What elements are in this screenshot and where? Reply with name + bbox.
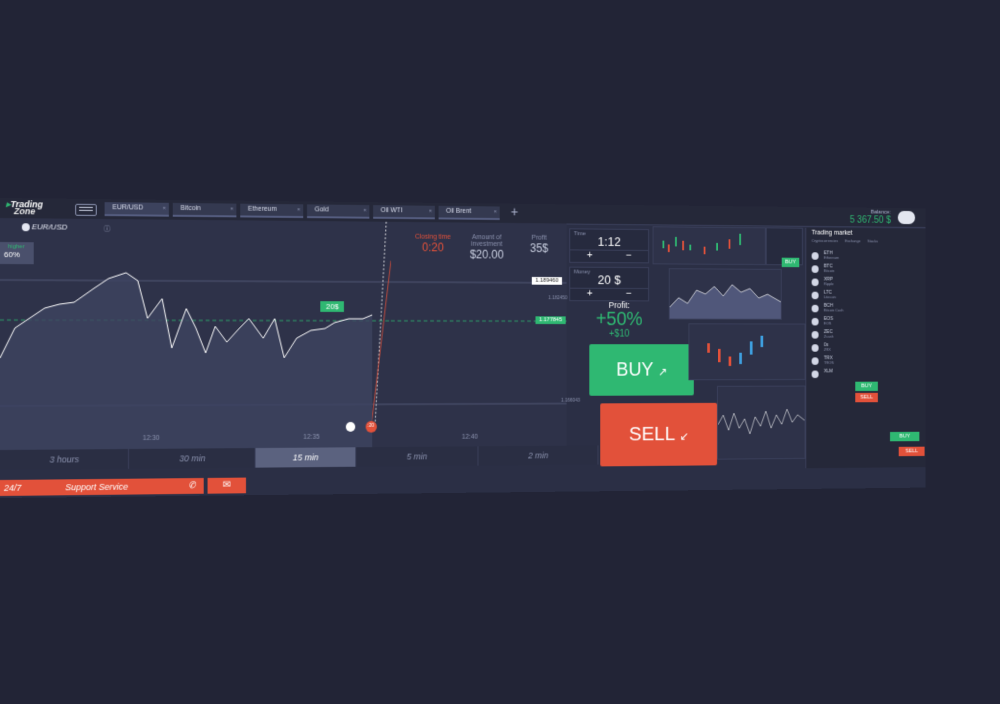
tab-gold[interactable]: Gold × xyxy=(307,204,370,219)
tab-oil-wti[interactable]: Oil WTI × xyxy=(373,205,435,220)
timeframe-3h[interactable]: 3 hours xyxy=(0,449,130,470)
coin-row[interactable]: TRX TRON xyxy=(811,355,925,366)
market-sell-button[interactable]: SELL xyxy=(855,392,878,403)
close-icon[interactable]: × xyxy=(297,204,300,216)
money-plus-button[interactable]: + xyxy=(570,288,609,301)
coin-row[interactable]: XLM xyxy=(811,368,925,379)
profit-panel: Profit: +50% +$10 xyxy=(578,300,659,339)
coin-row[interactable]: 0x ZRX xyxy=(811,342,925,353)
direction-label: higher xyxy=(7,244,25,251)
support-hours: 24/7 xyxy=(3,482,22,493)
tab-bitcoin[interactable]: Bitcoin × xyxy=(172,202,237,218)
investment: Amount of investment $20.00 xyxy=(469,234,504,262)
close-icon[interactable]: × xyxy=(230,204,233,216)
coin-row[interactable]: ETH Ethereum xyxy=(811,250,925,262)
market-subtab[interactable]: Stocks xyxy=(867,239,877,244)
pair-label: EUR/USD xyxy=(31,222,68,232)
tab-ethereum[interactable]: Ethereum × xyxy=(240,203,304,219)
mail-button[interactable]: ✉ xyxy=(207,477,246,494)
market-buy-button[interactable]: BUY xyxy=(890,431,920,442)
menu-icon[interactable] xyxy=(75,203,97,216)
market-subtab[interactable]: Exchange xyxy=(845,238,861,243)
coin-row[interactable]: EOS EOS xyxy=(811,316,925,327)
trading-app: ▸Trading Zone EUR/USD × Bitcoin × Ethereum… xyxy=(0,198,926,498)
coin-row[interactable]: ZEC Zcash xyxy=(811,329,925,340)
mini-chart[interactable] xyxy=(717,385,805,460)
closing-time: Closing time 0:20 xyxy=(415,233,451,255)
balance: Balance: 5 367.50 $ xyxy=(804,209,891,226)
time-plus-button[interactable]: + xyxy=(570,250,609,262)
timeframe-5m[interactable]: 5 min xyxy=(355,446,479,467)
countdown-label: :20 xyxy=(367,422,375,429)
time-label: 12:30 xyxy=(142,434,160,442)
main-chart[interactable]: EUR/USD ⓘ higher 60% 20$ 12:30 12:35 :20 xyxy=(0,218,391,450)
market-buy-button[interactable]: BUY xyxy=(855,381,878,392)
coin-row[interactable]: XRP Ripple xyxy=(811,277,925,289)
timeframe-30m[interactable]: 30 min xyxy=(129,448,256,469)
mini-chart[interactable] xyxy=(688,323,806,381)
direction-badge: higher 60% xyxy=(0,242,34,265)
profit-amount: +$10 xyxy=(609,328,630,340)
close-icon[interactable]: × xyxy=(363,205,366,217)
price-chart-svg xyxy=(0,218,391,450)
balance-value: 5 367.50 $ xyxy=(849,215,891,226)
mini-buy-button[interactable]: BUY xyxy=(781,257,800,268)
tab-eurusd[interactable]: EUR/USD × xyxy=(104,202,169,217)
time-control: Time 1:12 + − xyxy=(569,228,650,264)
support-label: Support Service xyxy=(65,481,129,493)
time-value: 1:12 xyxy=(597,234,621,249)
timeframe-bar: 3 hours 30 min 15 min 5 min 2 min xyxy=(0,445,599,470)
close-icon[interactable]: × xyxy=(494,206,497,218)
timeframe-15m[interactable]: 15 min xyxy=(255,447,356,468)
mini-chart-svg xyxy=(707,335,764,366)
close-icon[interactable]: × xyxy=(163,203,166,215)
time-label: 12:35 xyxy=(303,433,320,441)
mini-chart-svg xyxy=(662,233,742,255)
avatar[interactable] xyxy=(897,210,916,225)
mini-chart[interactable] xyxy=(652,226,766,266)
timeframe-2m[interactable]: 2 min xyxy=(478,445,599,466)
mini-chart-svg xyxy=(670,269,781,319)
trade-controls: Time 1:12 + − Money 20 $ + − xyxy=(569,228,650,305)
asset-tabs: EUR/USD × Bitcoin × Ethereum × Gold × Oil WT… xyxy=(104,202,500,220)
close-icon[interactable]: × xyxy=(429,206,432,218)
market-subtab[interactable]: Cryptocurrencies xyxy=(812,238,838,243)
mail-icon: ✉ xyxy=(222,479,231,491)
money-control: Money 20 $ + − xyxy=(569,266,650,302)
coin-row[interactable]: BTC Bitcoin xyxy=(811,263,925,275)
mini-charts: BUY BUY SELL xyxy=(652,226,825,469)
time-minus-button[interactable]: − xyxy=(609,250,648,263)
coin-row[interactable]: BCH Bitcoin Cash xyxy=(811,303,925,315)
profit-stat: Profit 35$ xyxy=(529,234,549,255)
info-icon[interactable]: ⓘ xyxy=(104,224,111,234)
price-tag: 1.177845 xyxy=(535,316,566,325)
phone-icon[interactable]: ✆ xyxy=(188,480,195,491)
direction-percent: 60% xyxy=(3,250,20,260)
logo: ▸Trading Zone xyxy=(5,199,43,217)
pair-icon xyxy=(21,223,30,232)
money-minus-button[interactable]: − xyxy=(609,288,648,301)
trading-market-panel: Trading market Cryptocurrencies Exchange… xyxy=(805,227,926,469)
stats: Closing time 0:20 Amount of investment $… xyxy=(414,234,562,262)
time-label: 12:40 xyxy=(461,433,479,441)
coin-row[interactable]: LTC Litecoin xyxy=(811,290,925,302)
support-bar[interactable]: 24/7 Support Service ✆ xyxy=(0,477,204,496)
price-tag: 1.189460 xyxy=(531,276,563,285)
money-value: 20 $ xyxy=(597,272,621,287)
mini-chart[interactable] xyxy=(669,268,782,320)
price-tag: 1.166043 xyxy=(561,397,581,404)
market-sell-button[interactable]: SELL xyxy=(898,446,925,457)
price-tag: 1.182450 xyxy=(548,295,568,302)
mini-chart-svg xyxy=(718,387,805,459)
marker-tag: 20$ xyxy=(320,301,345,312)
add-tab-button[interactable]: + xyxy=(511,204,519,219)
tab-oil-brent[interactable]: Oil Brent × xyxy=(438,205,500,220)
profit-percent: +50% xyxy=(595,308,643,330)
